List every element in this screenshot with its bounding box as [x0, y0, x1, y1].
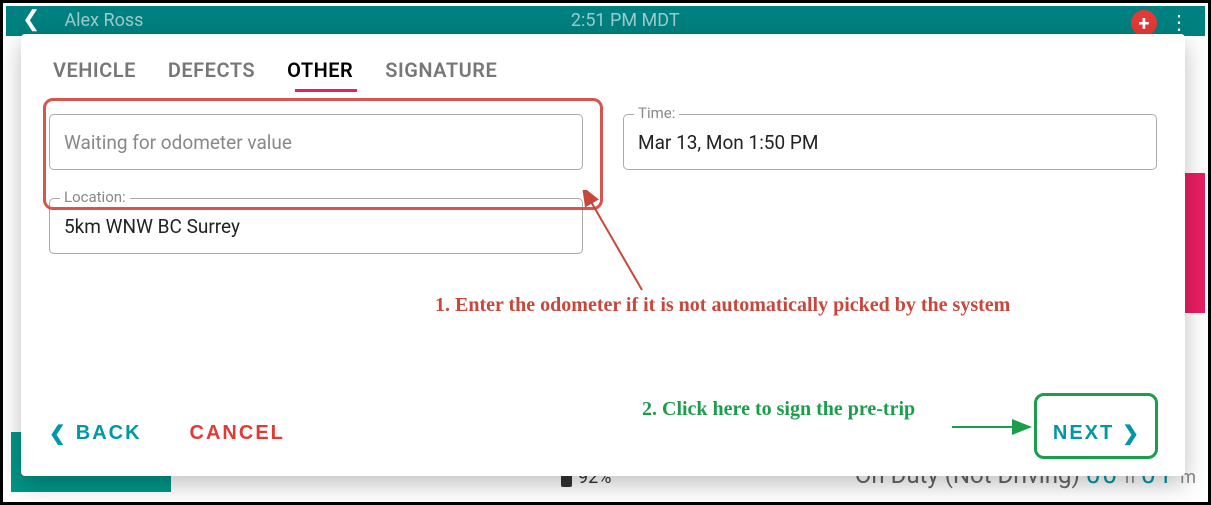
time-value: Mar 13, Mon 1:50 PM	[638, 131, 1142, 154]
inspection-modal: VEHICLE DEFECTS OTHER SIGNATURE Waiting …	[21, 34, 1185, 476]
header-clock: 2:51 PM MDT	[571, 10, 680, 31]
time-field[interactable]: Time: Mar 13, Mon 1:50 PM	[623, 114, 1157, 170]
modal-footer: ❮ BACK CANCEL NEXT ❯	[49, 411, 1157, 456]
odometer-field[interactable]: Waiting for odometer value	[49, 114, 583, 170]
tab-defects[interactable]: DEFECTS	[168, 58, 255, 82]
cancel-button[interactable]: CANCEL	[190, 422, 285, 445]
tab-other[interactable]: OTHER	[287, 58, 353, 82]
add-button[interactable]: +	[1131, 10, 1157, 36]
location-label: Location:	[60, 188, 130, 206]
time-label: Time:	[634, 104, 679, 122]
tab-signature[interactable]: SIGNATURE	[385, 58, 497, 82]
back-button[interactable]: ❮ BACK	[49, 421, 142, 446]
app-header: ❮ Alex Ross 2:51 PM MDT + ⋮	[6, 6, 1205, 36]
tab-vehicle[interactable]: VEHICLE	[53, 58, 136, 82]
next-label: NEXT	[1053, 422, 1114, 445]
back-label: BACK	[76, 422, 142, 445]
chevron-right-icon: ❯	[1122, 421, 1141, 446]
tab-bar: VEHICLE DEFECTS OTHER SIGNATURE	[49, 52, 1157, 92]
side-chat-badge	[1183, 173, 1205, 313]
back-icon[interactable]: ❮	[22, 10, 40, 30]
next-button[interactable]: NEXT ❯	[1037, 411, 1157, 456]
cancel-label: CANCEL	[190, 422, 285, 445]
overflow-menu-icon[interactable]: ⋮	[1169, 10, 1189, 34]
location-value: 5km WNW BC Surrey	[64, 215, 568, 238]
odometer-placeholder: Waiting for odometer value	[64, 131, 568, 154]
chevron-left-icon: ❮	[49, 421, 68, 446]
user-name: Alex Ross	[64, 10, 143, 31]
location-field[interactable]: Location: 5km WNW BC Surrey	[49, 198, 583, 254]
